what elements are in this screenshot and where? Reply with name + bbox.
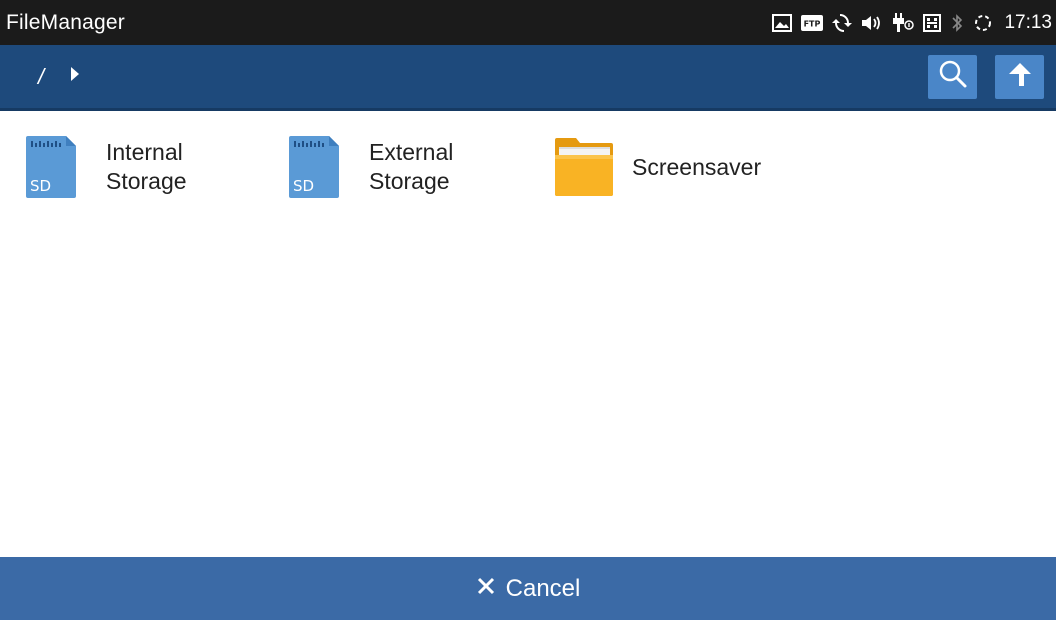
toolbar-actions xyxy=(928,54,1056,99)
search-button[interactable] xyxy=(928,54,977,99)
file-label: Internal Storage xyxy=(106,138,187,196)
file-label-line1: External xyxy=(369,139,454,165)
bluetooth-icon xyxy=(950,12,964,34)
sync-icon xyxy=(832,12,853,34)
file-item-screensaver[interactable]: Screensaver xyxy=(554,136,761,198)
status-icons: FTP 17:13 xyxy=(772,12,1056,34)
toolbar: / xyxy=(0,45,1056,111)
usb-icon xyxy=(892,12,915,34)
ftp-label: FTP xyxy=(804,19,821,28)
sd-card-icon: SD xyxy=(26,136,76,198)
file-item-internal-storage[interactable]: SD Internal Storage xyxy=(26,136,187,198)
image-icon xyxy=(772,12,793,34)
file-label: External Storage xyxy=(369,138,453,196)
ftp-icon: FTP xyxy=(801,12,824,34)
loading-icon xyxy=(973,12,993,34)
close-icon xyxy=(476,575,496,603)
search-icon xyxy=(938,59,968,94)
file-label-line2: Storage xyxy=(106,168,187,194)
breadcrumb-arrow-icon xyxy=(70,66,80,87)
sd-badge: SD xyxy=(293,177,315,195)
sd-card-icon: SD xyxy=(289,136,339,198)
file-item-external-storage[interactable]: SD External Storage xyxy=(289,136,453,198)
cancel-label: Cancel xyxy=(505,574,581,602)
status-clock: 17:13 xyxy=(1004,11,1052,33)
folder-icon xyxy=(554,136,616,198)
volume-icon xyxy=(861,12,883,34)
file-label: Screensaver xyxy=(632,153,762,180)
cancel-button[interactable]: Cancel xyxy=(0,557,1056,620)
cancel-content: Cancel xyxy=(476,574,581,603)
up-directory-button[interactable] xyxy=(995,54,1044,99)
up-arrow-icon xyxy=(1005,59,1035,94)
status-bar: FileManager FTP 17:13 xyxy=(0,0,1056,45)
breadcrumb: / xyxy=(0,64,80,90)
sd-badge: SD xyxy=(30,177,52,195)
app-title: FileManager xyxy=(6,10,125,34)
file-label-line2: Storage xyxy=(369,168,450,194)
file-label-line1: Internal xyxy=(106,139,183,165)
breadcrumb-root[interactable]: / xyxy=(38,64,44,90)
keyboard-icon xyxy=(923,12,942,34)
